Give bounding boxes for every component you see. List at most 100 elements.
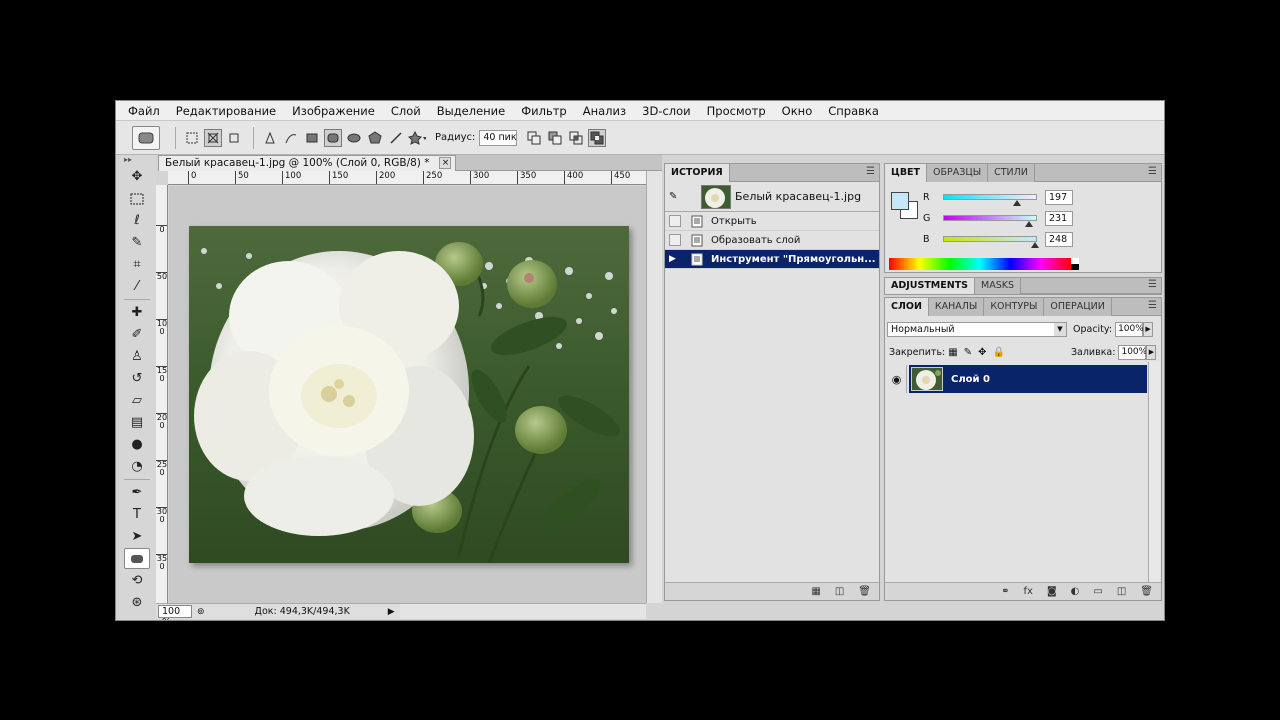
move-tool-icon[interactable]: ✥ [124, 166, 150, 187]
healing-brush-tool-icon[interactable]: ✚ [124, 302, 150, 323]
shape-tool-icon[interactable] [124, 548, 150, 569]
menu-analysis[interactable]: Анализ [583, 104, 626, 118]
gradient-tool-icon[interactable]: ▤ [124, 412, 150, 433]
layer-item-selected[interactable]: Слой 0 [909, 365, 1147, 393]
path-selection-tool-icon[interactable]: ➤ [124, 526, 150, 547]
close-icon[interactable]: × [439, 157, 452, 169]
lock-transparency-icon[interactable]: ▦ [948, 347, 957, 358]
tab-adjustments[interactable]: ADJUSTMENTS [885, 278, 976, 294]
freeform-pen-icon[interactable] [282, 129, 300, 147]
foreground-color-swatch[interactable] [891, 192, 909, 210]
rounded-rect-icon[interactable] [324, 128, 342, 147]
channel-slider[interactable] [943, 236, 1040, 248]
new-document-from-state-icon[interactable]: ▦ [811, 586, 820, 597]
layers-scrollbar[interactable] [1148, 362, 1160, 582]
slider-knob[interactable] [1025, 221, 1034, 227]
tab-styles[interactable]: СТИЛИ [988, 164, 1035, 182]
ellipse-icon[interactable] [345, 129, 363, 147]
fill-arrow-icon[interactable]: ▶ [1146, 344, 1157, 360]
menu-layer[interactable]: Слой [391, 104, 421, 118]
3d-rotate-tool-icon[interactable]: ⟲ [124, 570, 150, 591]
menu-select[interactable]: Выделение [437, 104, 506, 118]
history-source-checkbox[interactable] [669, 215, 681, 227]
brush-tool-icon[interactable]: ✐ [124, 324, 150, 345]
vertical-scrollbar[interactable] [646, 171, 662, 603]
opacity-input[interactable]: 100% [1115, 321, 1144, 337]
horizontal-scrollbar[interactable] [400, 603, 646, 619]
pen-icon[interactable] [261, 129, 279, 147]
eye-icon[interactable]: ◉ [887, 365, 907, 393]
document-tab[interactable]: Белый красавец-1.jpg @ 100% (Слой 0, RGB… [158, 155, 457, 171]
add-mask-icon[interactable]: ◙ [1047, 586, 1057, 597]
history-brush-tool-icon[interactable]: ↺ [124, 368, 150, 389]
channel-slider[interactable] [943, 194, 1037, 206]
menu-file[interactable]: Файл [128, 104, 160, 118]
eyedropper-tool-icon[interactable]: ⁄ [124, 276, 150, 297]
status-menu-arrow-icon[interactable]: ▶ [388, 607, 395, 617]
dodge-tool-icon[interactable]: ◔ [124, 456, 150, 477]
polygon-icon[interactable] [366, 129, 384, 147]
tab-color[interactable]: ЦВЕТ [885, 164, 928, 182]
eraser-tool-icon[interactable]: ▱ [124, 390, 150, 411]
channel-value-input[interactable]: 197 [1045, 189, 1073, 205]
trash-icon[interactable]: 🗑 [858, 586, 871, 597]
new-group-icon[interactable]: ▭ [1093, 586, 1102, 597]
fill-pixels-icon[interactable] [225, 129, 243, 147]
menu-filter[interactable]: Фильтр [521, 104, 567, 118]
blend-mode-select[interactable]: Нормальный ▼ [887, 321, 1067, 337]
history-item[interactable]: Образовать слой [665, 231, 879, 250]
exclude-shape-icon[interactable] [588, 128, 607, 147]
lasso-tool-icon[interactable]: ℓ [124, 210, 150, 231]
new-snapshot-icon[interactable]: ◫ [835, 586, 844, 597]
tab-actions[interactable]: ОПЕРАЦИИ [1044, 298, 1112, 316]
pen-tool-icon[interactable]: ✒ [124, 482, 150, 503]
slider-knob[interactable] [1012, 200, 1021, 206]
canvas-area[interactable] [169, 186, 646, 603]
opacity-arrow-icon[interactable]: ▶ [1143, 321, 1154, 337]
menu-window[interactable]: Окно [782, 104, 813, 118]
quick-select-tool-icon[interactable]: ✎ [124, 232, 150, 253]
subtract-shape-icon[interactable] [546, 129, 564, 147]
panel-menu-icon[interactable]: ☰ [1148, 279, 1157, 290]
add-to-shape-icon[interactable] [525, 129, 543, 147]
type-tool-icon[interactable]: T [124, 504, 150, 525]
fill-input[interactable]: 100% [1118, 344, 1147, 360]
marquee-tool-icon[interactable] [124, 188, 150, 209]
slider-knob[interactable] [1031, 242, 1040, 248]
custom-shape-icon[interactable] [408, 129, 426, 147]
black-white-ramp[interactable] [1071, 258, 1079, 270]
channel-value-input[interactable]: 231 [1045, 210, 1073, 226]
channel-slider[interactable] [943, 215, 1037, 227]
history-source-checkbox[interactable] [669, 234, 681, 246]
history-item-selected[interactable]: ▶ Инструмент "Прямоугольн... [665, 250, 879, 269]
history-item[interactable]: Открыть [665, 212, 879, 231]
trash-icon[interactable]: 🗑 [1140, 586, 1153, 597]
history-snapshot[interactable]: ✎ Белый красавец-1.jpg [665, 182, 879, 212]
brush-source-icon[interactable]: ✎ [669, 191, 683, 202]
new-layer-icon[interactable]: ◫ [1117, 586, 1126, 597]
3d-orbit-tool-icon[interactable]: ⊛ [124, 592, 150, 613]
tool-preset-picker[interactable] [132, 125, 160, 150]
channel-value-input[interactable]: 248 [1045, 231, 1073, 247]
lock-pixels-icon[interactable]: ✎ [964, 347, 972, 358]
layer-style-icon[interactable]: fx [1024, 586, 1033, 597]
menu-help[interactable]: Справка [828, 104, 879, 118]
info-icon[interactable]: ⊚ [197, 607, 205, 617]
tab-layers[interactable]: СЛОИ [885, 298, 929, 316]
lock-all-icon[interactable]: 🔒 [992, 347, 1004, 358]
radius-input[interactable]: 40 пикс [479, 129, 518, 146]
menu-image[interactable]: Изображение [292, 104, 375, 118]
lock-position-icon[interactable]: ✥ [978, 347, 986, 358]
document-image[interactable] [189, 226, 629, 563]
adjustment-layer-icon[interactable]: ◐ [1071, 586, 1080, 597]
tab-history[interactable]: ИСТОРИЯ [665, 164, 730, 182]
tab-swatches[interactable]: ОБРАЗЦЫ [927, 164, 989, 182]
rectangle-icon[interactable] [303, 129, 321, 147]
panel-grip-icon[interactable]: ▸▸ [120, 155, 156, 165]
intersect-shape-icon[interactable] [567, 129, 585, 147]
menu-view[interactable]: Просмотр [707, 104, 766, 118]
panel-menu-icon[interactable]: ☰ [1148, 300, 1157, 311]
zoom-field[interactable]: 100 % [158, 605, 192, 620]
line-icon[interactable] [387, 129, 405, 147]
tab-masks[interactable]: MASKS [975, 278, 1022, 294]
